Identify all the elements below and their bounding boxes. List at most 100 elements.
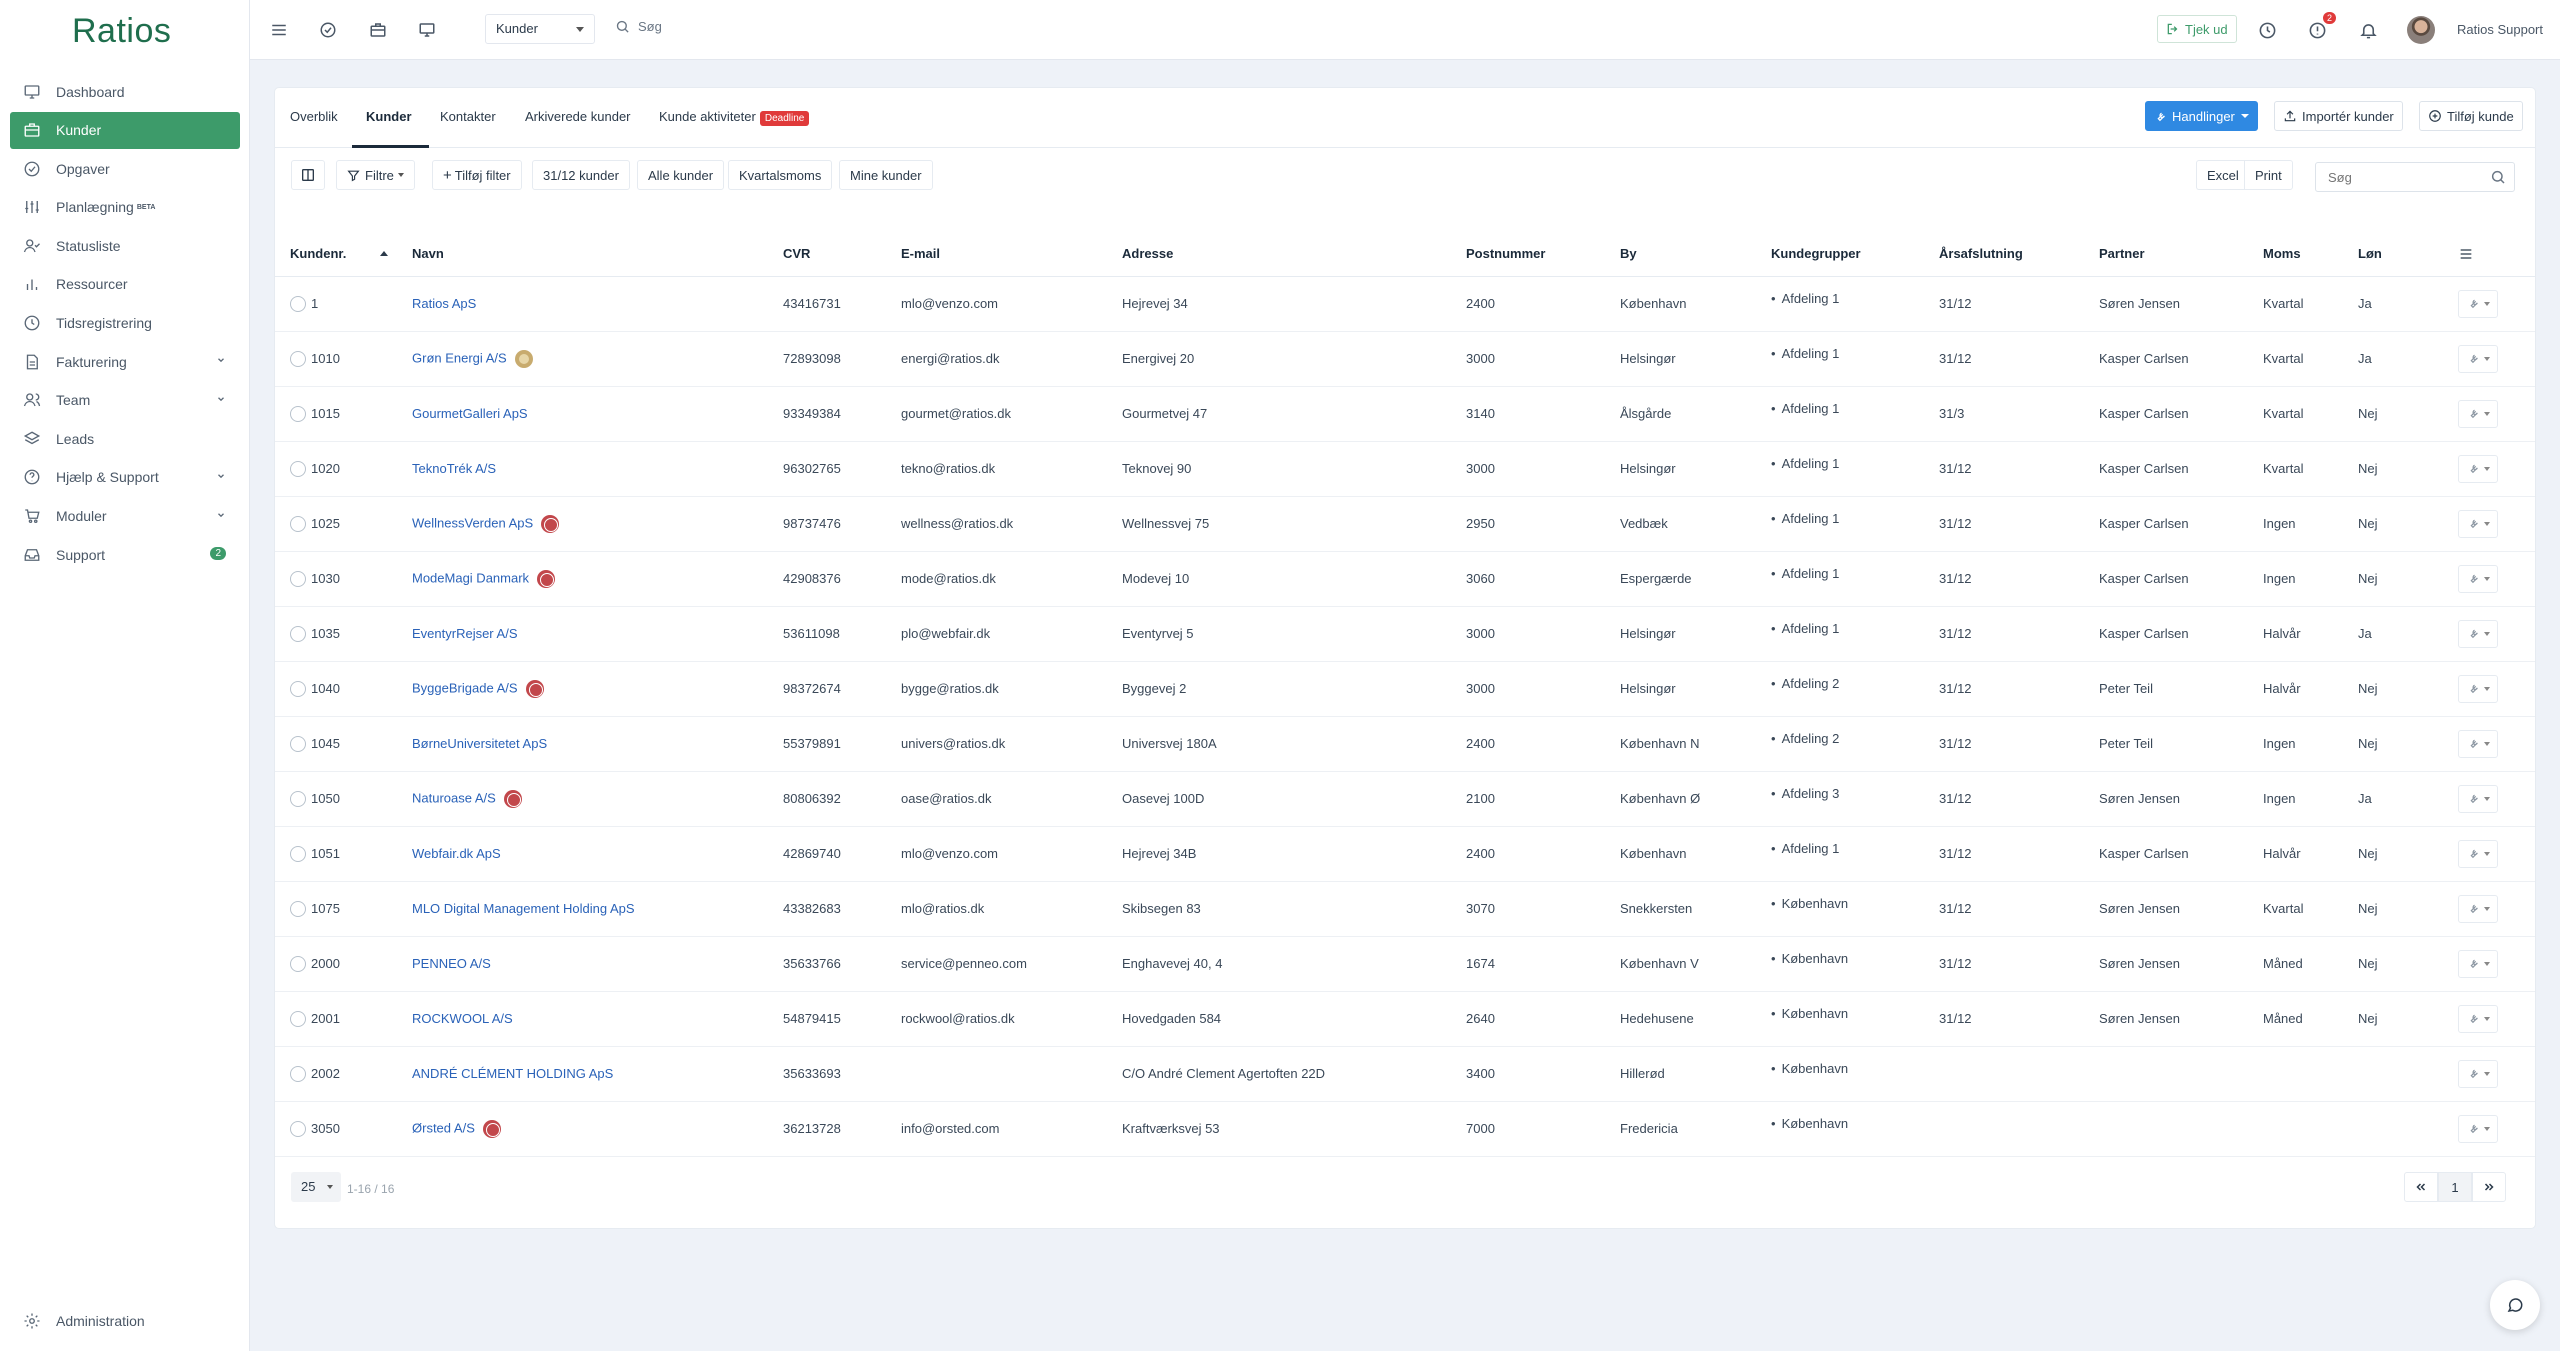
sidebar-item-administration[interactable]: Administration [10, 1302, 240, 1339]
row-actions-button[interactable] [2458, 894, 2498, 923]
sidebar-item-dashboard[interactable]: Dashboard [10, 73, 240, 110]
row-actions-button[interactable] [2458, 949, 2498, 978]
customer-name-link[interactable]: EventyrRejser A/S [412, 626, 518, 641]
customer-name-link[interactable]: Webfair.dk ApS [412, 846, 501, 861]
row-select-radio[interactable] [290, 515, 306, 532]
row-select-radio[interactable] [290, 460, 306, 477]
sidebar-item-statusliste[interactable]: Statusliste [10, 227, 240, 264]
chevron-down-icon[interactable] [216, 355, 226, 365]
table-row[interactable]: 1045 BørneUniversitetet ApS 55379891 univer… [275, 716, 2535, 772]
customer-name-link[interactable]: ModeMagi Danmark [412, 570, 529, 585]
col-header-moms[interactable]: Moms [2263, 232, 2358, 277]
table-row[interactable]: 2001 ROCKWOOL A/S 54879415 rockwool@ratios.… [275, 991, 2535, 1047]
chevron-down-icon[interactable] [216, 510, 226, 520]
row-select-radio[interactable] [290, 570, 306, 587]
avatar[interactable] [2407, 16, 2435, 44]
customer-name-link[interactable]: BørneUniversitetet ApS [412, 736, 547, 751]
col-header-aar[interactable]: Årsafslutning [1939, 232, 2099, 277]
col-header-nr[interactable]: Kundenr. [275, 232, 412, 277]
handlinger-button[interactable]: Handlinger [2145, 101, 2258, 131]
row-actions-button[interactable] [2458, 839, 2498, 868]
clock-icon[interactable] [2256, 19, 2278, 41]
app-logo[interactable]: Ratios [72, 12, 171, 51]
table-row[interactable]: 1035 EventyrRejser A/S 53611098 plo@webfair… [275, 606, 2535, 662]
filter-mine-button[interactable]: Mine kunder [839, 160, 933, 190]
column-toggle-button[interactable] [291, 160, 325, 190]
col-header-email[interactable]: E-mail [901, 232, 1122, 277]
tab-arkiverede[interactable]: Arkiverede kunder [525, 109, 631, 124]
sidebar-item-team[interactable]: Team [10, 382, 240, 419]
row-actions-button[interactable] [2458, 564, 2498, 593]
customer-name-link[interactable]: WellnessVerden ApS [412, 515, 533, 530]
pager-page-1[interactable]: 1 [2438, 1172, 2472, 1202]
table-row[interactable]: 1030 ModeMagi Danmark 42908376 mode@ratios.… [275, 551, 2535, 607]
row-select-radio[interactable] [290, 1010, 306, 1027]
top-search[interactable]: Søg [615, 19, 662, 34]
sidebar-item-tidsregistrering[interactable]: Tidsregistrering [10, 305, 240, 342]
row-select-radio[interactable] [290, 1120, 306, 1137]
pager-last-button[interactable] [2472, 1172, 2506, 1202]
sidebar-item-hjælp-support[interactable]: Hjælp & Support [10, 459, 240, 496]
pager-first-button[interactable] [2404, 1172, 2438, 1202]
table-row[interactable]: 1020 TeknoTrék A/S 96302765 tekno@ratios.dk… [275, 441, 2535, 497]
row-actions-button[interactable] [2458, 1114, 2498, 1143]
search-scope-select[interactable]: Kunder [485, 14, 595, 44]
customer-name-link[interactable]: Naturoase A/S [412, 790, 496, 805]
tab-kontakter[interactable]: Kontakter [440, 109, 496, 124]
filter-kvartalsmoms-button[interactable]: Kvartalsmoms [728, 160, 833, 190]
excel-button[interactable]: Excel [2196, 160, 2249, 190]
check-circle-icon[interactable] [317, 19, 339, 41]
row-select-radio[interactable] [290, 955, 306, 972]
customer-name-link[interactable]: Grøn Energi A/S [412, 350, 507, 365]
filtre-button[interactable]: Filtre [336, 160, 415, 190]
customer-name-link[interactable]: Ørsted A/S [412, 1120, 475, 1135]
col-header-loen[interactable]: Løn [2358, 232, 2458, 277]
user-name[interactable]: Ratios Support [2457, 22, 2543, 37]
customer-name-link[interactable]: ROCKWOOL A/S [412, 1011, 513, 1026]
row-select-radio[interactable] [290, 735, 306, 752]
table-row[interactable]: 1010 Grøn Energi A/S 72893098 energi@ratios… [275, 331, 2535, 387]
monitor-icon[interactable] [416, 19, 438, 41]
import-customers-button[interactable]: Importér kunder [2274, 101, 2403, 131]
row-actions-button[interactable] [2458, 289, 2498, 318]
tjek-ud-button[interactable]: Tjek ud [2157, 15, 2237, 43]
row-select-radio[interactable] [290, 845, 306, 862]
customer-name-link[interactable]: PENNEO A/S [412, 956, 491, 971]
alert-button[interactable]: 2 [2306, 12, 2336, 41]
row-select-radio[interactable] [290, 295, 306, 312]
row-select-radio[interactable] [290, 350, 306, 367]
row-actions-button[interactable] [2458, 619, 2498, 648]
page-size-select[interactable]: 25 [291, 1172, 341, 1202]
row-actions-button[interactable] [2458, 399, 2498, 428]
col-header-partner[interactable]: Partner [2099, 232, 2263, 277]
table-row[interactable]: 1040 ByggeBrigade A/S 98372674 bygge@ratios… [275, 661, 2535, 717]
row-actions-button[interactable] [2458, 1004, 2498, 1033]
row-select-radio[interactable] [290, 405, 306, 422]
row-actions-button[interactable] [2458, 454, 2498, 483]
add-filter-button[interactable]: + Tilføj filter [432, 160, 522, 190]
sidebar-item-kunder[interactable]: Kunder [10, 111, 240, 149]
filter-alle-button[interactable]: Alle kunder [637, 160, 725, 190]
sidebar-item-ressourcer[interactable]: Ressourcer [10, 266, 240, 303]
add-customer-button[interactable]: Tilføj kunde [2419, 101, 2523, 131]
customer-name-link[interactable]: Ratios ApS [412, 296, 476, 311]
table-search-input[interactable] [2315, 162, 2515, 192]
table-row[interactable]: 1025 WellnessVerden ApS 98737476 wellness@r… [275, 496, 2535, 552]
col-header-cvr[interactable]: CVR [783, 232, 901, 277]
row-select-radio[interactable] [290, 680, 306, 697]
search-icon[interactable] [2490, 169, 2506, 185]
tab-kunder[interactable]: Kunder [366, 109, 412, 124]
customer-name-link[interactable]: ByggeBrigade A/S [412, 680, 518, 695]
table-row[interactable]: 2000 PENNEO A/S 35633766 service@penneo.com… [275, 936, 2535, 992]
col-header-navn[interactable]: Navn [412, 232, 783, 277]
table-row[interactable]: 1 Ratios ApS 43416731 mlo@venzo.com Hejrevej… [275, 276, 2535, 332]
print-button[interactable]: Print [2244, 160, 2293, 190]
customer-name-link[interactable]: TeknoTrék A/S [412, 461, 496, 476]
sidebar-item-planlægning[interactable]: Planlægning BETA [10, 189, 240, 226]
column-menu-button[interactable] [2458, 232, 2535, 277]
col-header-by[interactable]: By [1620, 232, 1771, 277]
col-header-grupper[interactable]: Kundegrupper [1771, 232, 1939, 277]
row-actions-button[interactable] [2458, 674, 2498, 703]
customer-name-link[interactable]: ANDRÉ CLÉMENT HOLDING ApS [412, 1066, 613, 1081]
row-select-radio[interactable] [290, 790, 306, 807]
